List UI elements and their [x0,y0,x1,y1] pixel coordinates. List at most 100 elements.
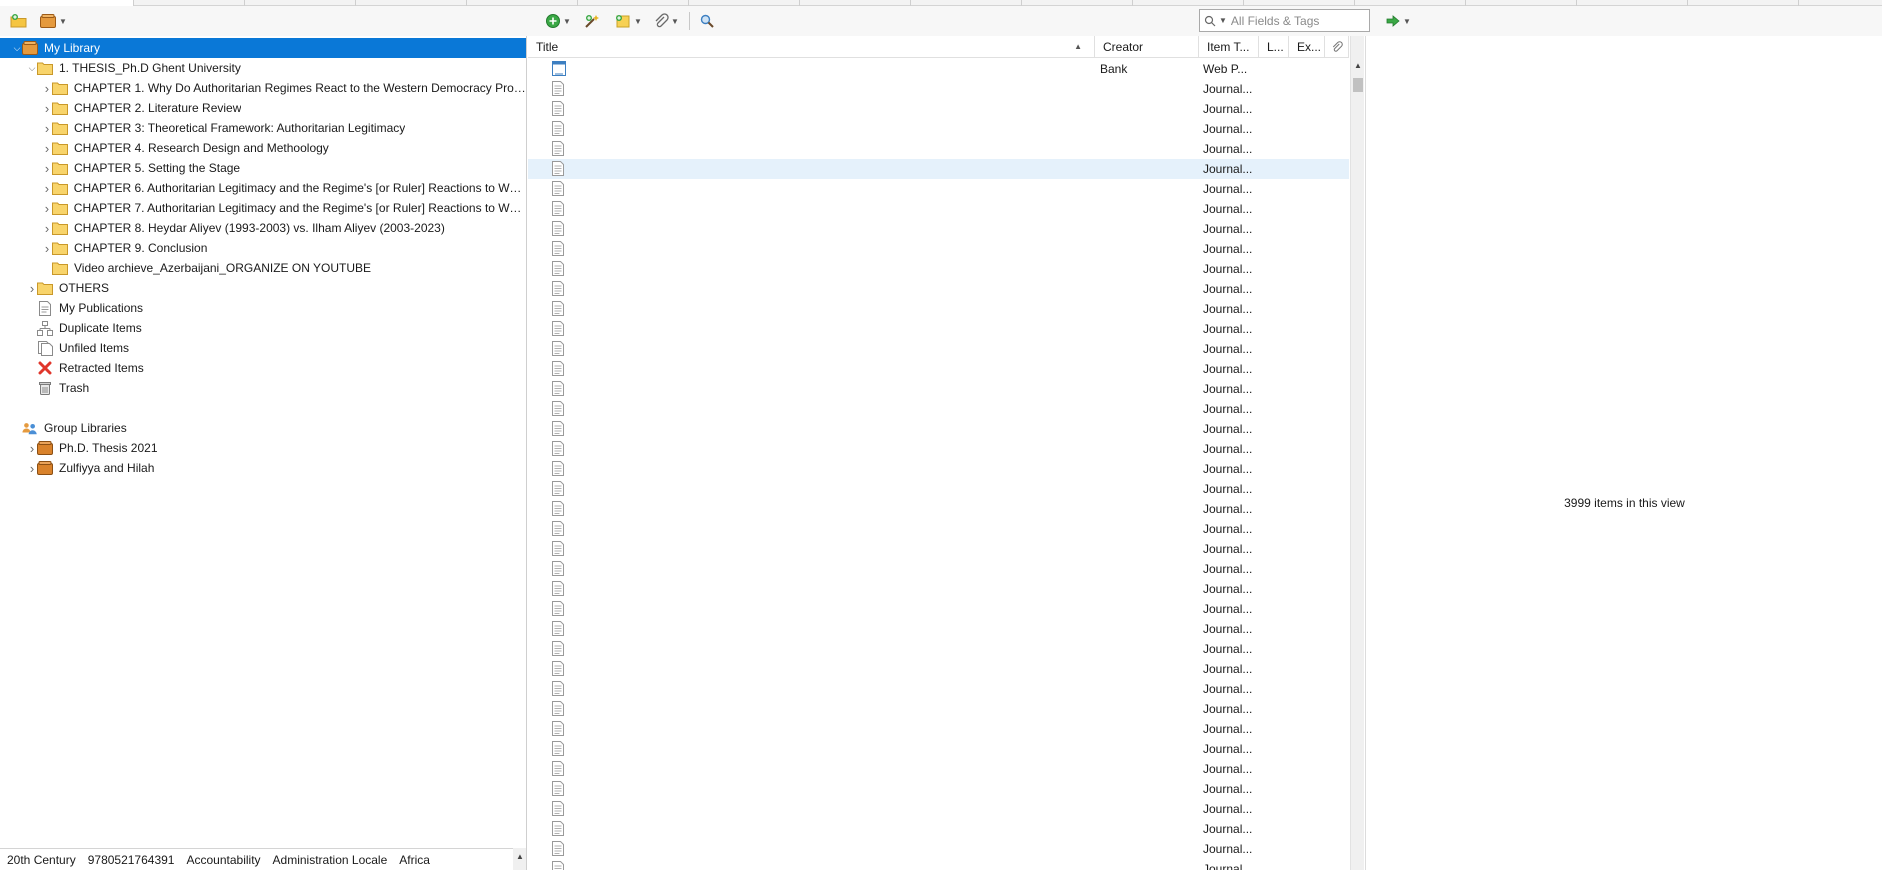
new-note-button[interactable]: ▼ [614,11,642,31]
item-row[interactable]: Journal... [528,519,1349,539]
item-row[interactable]: Journal... [528,159,1349,179]
collection-row[interactable]: › CHAPTER 8. Heydar Aliyev (1993-2003) vs… [0,218,526,238]
collection-row[interactable]: Video archieve_Azerbaijani_ORGANIZE ON Y… [0,258,526,278]
chevron-right-icon[interactable]: › [42,201,52,216]
search-mode-chevron-icon[interactable]: ▼ [1219,16,1227,25]
item-row[interactable]: Journal... [528,699,1349,719]
item-row[interactable]: Journal... [528,459,1349,479]
item-row[interactable]: Journal... [528,379,1349,399]
collection-row[interactable]: › Zulfiyya and Hilah [0,458,526,478]
item-row[interactable]: Journal... [528,819,1349,839]
item-row[interactable]: Journal... [528,539,1349,559]
column-header-attachments[interactable] [1325,36,1349,58]
locate-button[interactable]: ▼ [1385,11,1411,31]
tag[interactable]: 9780521764391 [88,853,175,867]
search-box[interactable]: ▼ [1199,9,1370,32]
tag[interactable]: Administration Locale [273,853,388,867]
chevron-right-icon[interactable]: › [42,81,52,96]
item-row[interactable]: Journal... [528,179,1349,199]
collection-row[interactable]: › CHAPTER 6. Authoritarian Legitimacy and… [0,178,526,198]
item-row[interactable]: Journal... [528,139,1349,159]
item-row[interactable]: Journal... [528,419,1349,439]
item-row[interactable]: Journal... [528,339,1349,359]
column-header-title[interactable]: Title ▲ [528,36,1095,58]
column-header-ex[interactable]: Ex... [1289,36,1325,58]
item-row[interactable]: Journal... [528,359,1349,379]
item-row[interactable]: Journal... [528,759,1349,779]
item-row[interactable]: Journal... [528,279,1349,299]
tag[interactable]: 20th Century [7,853,76,867]
new-collection-button[interactable] [10,11,28,31]
item-row[interactable]: Journal... [528,619,1349,639]
column-header-l[interactable]: L... [1259,36,1289,58]
item-row[interactable]: Journal... [528,259,1349,279]
item-row[interactable]: Journal... [528,239,1349,259]
add-attachment-button[interactable]: ▼ [653,11,679,31]
collection-row[interactable]: ⌵ 1. THESIS_Ph.D Ghent University [0,58,526,78]
item-row[interactable]: Journal... [528,439,1349,459]
add-by-identifier-button[interactable] [583,11,601,31]
tag[interactable]: Accountability [186,853,260,867]
collection-row[interactable]: › OTHERS [0,278,526,298]
item-row[interactable]: Journal... [528,599,1349,619]
column-header-creator[interactable]: Creator [1095,36,1199,58]
item-row[interactable]: Journal... [528,99,1349,119]
collection-row[interactable]: Trash [0,378,526,398]
items-scrollbar[interactable]: ▲ [1350,36,1364,870]
item-row[interactable]: Journal... [528,799,1349,819]
chevron-right-icon[interactable]: › [42,221,52,236]
item-row[interactable]: Journal... [528,199,1349,219]
search-input[interactable] [1230,13,1366,28]
collection-row[interactable]: Group Libraries [0,418,526,438]
item-row[interactable]: Journal... [528,659,1349,679]
collection-row[interactable]: › CHAPTER 7. Authoritarian Legitimacy and… [0,198,526,218]
chevron-right-icon[interactable]: › [27,461,37,476]
collection-row[interactable]: › CHAPTER 4. Research Design and Methoolo… [0,138,526,158]
item-row[interactable]: Journal... [528,299,1349,319]
collection-row[interactable]: › CHAPTER 9. Conclusion [0,238,526,258]
item-row[interactable]: Journal... [528,319,1349,339]
chevron-right-icon[interactable]: › [27,281,37,296]
collection-row[interactable]: ⌵ My Library [0,38,526,58]
item-row[interactable]: Journal... [528,739,1349,759]
item-row[interactable]: Journal... [528,839,1349,859]
chevron-right-icon[interactable]: › [42,241,52,256]
item-row[interactable]: Journal... [528,639,1349,659]
collection-row[interactable]: Unfiled Items [0,338,526,358]
collection-row[interactable]: › CHAPTER 3: Theoretical Framework: Autho… [0,118,526,138]
item-row[interactable]: Journal... [528,579,1349,599]
chevron-right-icon[interactable]: › [27,441,37,456]
chevron-right-icon[interactable]: › [42,181,52,196]
collection-row[interactable]: › CHAPTER 5. Setting the Stage [0,158,526,178]
collection-row[interactable]: Retracted Items [0,358,526,378]
chevron-right-icon[interactable]: › [42,121,52,136]
chevron-right-icon[interactable]: › [42,141,52,156]
item-row[interactable]: Journal... [528,119,1349,139]
item-row[interactable]: Journal... [528,479,1349,499]
chevron-right-icon[interactable]: › [42,161,52,176]
chevron-down-icon[interactable]: ⌵ [27,63,37,74]
item-row[interactable]: Journal... [528,859,1349,870]
item-row[interactable]: Journal... [528,559,1349,579]
item-row[interactable]: Journal... [528,399,1349,419]
column-header-item-type[interactable]: Item T... [1199,36,1259,58]
collection-row[interactable]: › CHAPTER 2. Literature Review [0,98,526,118]
item-row[interactable]: Journal... [528,679,1349,699]
chevron-right-icon[interactable]: › [42,101,52,116]
item-row[interactable]: Journal... [528,79,1349,99]
tag-scrollbar[interactable]: ▲ [513,848,526,870]
collection-row[interactable]: Duplicate Items [0,318,526,338]
item-row[interactable]: Journal... [528,219,1349,239]
item-row[interactable]: Journal... [528,719,1349,739]
tag[interactable]: Africa [399,853,430,867]
new-item-button[interactable]: ▼ [545,11,571,31]
item-row[interactable]: Journal... [528,499,1349,519]
scroll-thumb[interactable] [1353,78,1363,92]
collection-row[interactable]: My Publications [0,298,526,318]
chevron-down-icon[interactable]: ⌵ [12,43,22,54]
new-library-menu-button[interactable]: ▼ [39,11,67,31]
item-row[interactable]: Bank Web P... [528,59,1349,79]
advanced-search-button[interactable] [699,11,715,31]
collection-row[interactable]: › CHAPTER 1. Why Do Authoritarian Regimes… [0,78,526,98]
collection-row[interactable]: › Ph.D. Thesis 2021 [0,438,526,458]
